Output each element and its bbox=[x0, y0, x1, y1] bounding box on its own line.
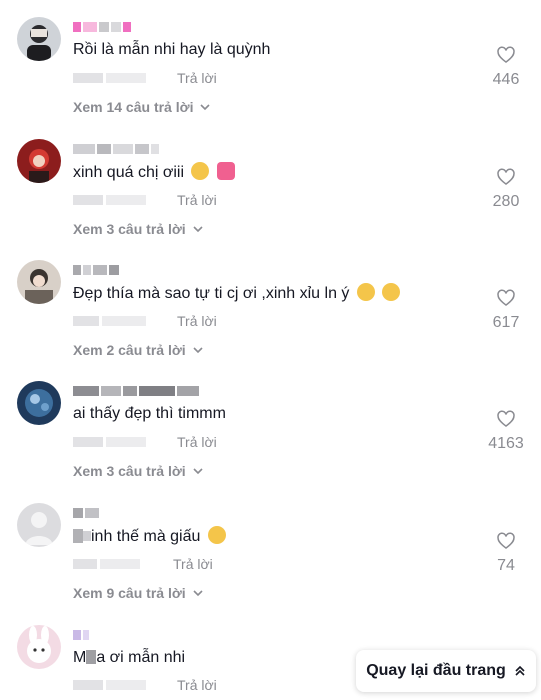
pixelated-text bbox=[73, 529, 83, 543]
username-pixelated[interactable] bbox=[73, 384, 199, 398]
reply-button[interactable]: Trả lời bbox=[177, 677, 217, 693]
reply-button[interactable]: Trả lời bbox=[173, 556, 213, 572]
comment-text: xinh quá chị ơiii bbox=[73, 162, 235, 183]
date-pixelated bbox=[73, 680, 165, 690]
comment-meta: Trả lời bbox=[73, 676, 217, 694]
comment-meta: Trả lời bbox=[73, 433, 217, 451]
avatar[interactable] bbox=[17, 503, 61, 547]
view-replies-button[interactable]: Xem 3 câu trả lời bbox=[73, 463, 204, 479]
sparkling-heart-emoji-icon bbox=[216, 162, 235, 180]
chevron-down-icon bbox=[193, 590, 203, 597]
pixelated-text bbox=[86, 650, 97, 664]
username-pixelated[interactable] bbox=[73, 506, 99, 520]
like-button[interactable]: 617 bbox=[476, 288, 536, 332]
comment-meta: Trả lời bbox=[73, 555, 213, 573]
comment-text: Ma ơi mẫn nhi bbox=[73, 649, 186, 666]
crying-face-emoji-icon bbox=[356, 283, 375, 301]
username-pixelated[interactable] bbox=[73, 20, 131, 34]
view-replies-button[interactable]: Xem 3 câu trả lời bbox=[73, 221, 204, 237]
like-button[interactable]: 4163 bbox=[476, 409, 536, 453]
heart-icon bbox=[497, 289, 515, 307]
like-count: 617 bbox=[492, 314, 520, 331]
like-count: 280 bbox=[492, 193, 520, 210]
heart-icon bbox=[497, 532, 515, 550]
like-count: 4163 bbox=[488, 435, 524, 452]
crying-face-emoji-icon bbox=[382, 283, 401, 301]
heart-icon bbox=[497, 410, 515, 428]
like-button[interactable]: 280 bbox=[476, 167, 536, 211]
username-pixelated[interactable] bbox=[73, 142, 159, 156]
username-pixelated[interactable] bbox=[73, 628, 89, 642]
date-pixelated bbox=[73, 316, 165, 326]
back-to-top-button[interactable]: Quay lại đầu trang bbox=[356, 650, 536, 692]
avatar[interactable] bbox=[17, 260, 61, 304]
double-chevron-up-icon bbox=[515, 665, 525, 676]
view-replies-button[interactable]: Xem 9 câu trả lời bbox=[73, 585, 204, 601]
comment-meta: Trả lời bbox=[73, 191, 217, 209]
date-pixelated bbox=[73, 437, 165, 447]
chevron-down-icon bbox=[193, 226, 203, 233]
comment-meta: Trả lời bbox=[73, 312, 217, 330]
chevron-down-icon bbox=[193, 347, 203, 354]
comment-text: ai thấy đẹp thì timmm bbox=[73, 405, 226, 422]
view-replies-button[interactable]: Xem 2 câu trả lời bbox=[73, 342, 204, 358]
reply-button[interactable]: Trả lời bbox=[177, 434, 217, 450]
crying-face-emoji-icon bbox=[207, 526, 226, 544]
view-replies-button[interactable]: Xem 14 câu trả lời bbox=[73, 99, 211, 115]
comment-text: Rồi là mẫn nhi hay là quỳnh bbox=[73, 41, 271, 58]
crying-face-emoji-icon bbox=[191, 162, 210, 180]
chevron-down-icon bbox=[193, 468, 203, 475]
reply-button[interactable]: Trả lời bbox=[177, 70, 217, 86]
like-count: 74 bbox=[497, 557, 515, 574]
like-button[interactable]: 74 bbox=[476, 531, 536, 575]
heart-icon bbox=[497, 168, 515, 186]
like-count: 446 bbox=[492, 71, 520, 88]
comment-text: Đẹp thía mà sao tự ti cj ơi ,xinh xỉu ln… bbox=[73, 283, 401, 304]
chevron-down-icon bbox=[200, 104, 211, 111]
pixelated-text bbox=[83, 531, 91, 541]
comment-meta: Trả lời bbox=[73, 69, 217, 87]
avatar[interactable] bbox=[17, 381, 61, 425]
avatar[interactable] bbox=[17, 139, 61, 183]
date-pixelated bbox=[73, 73, 165, 83]
comment-text: inh thế mà giấu bbox=[73, 526, 226, 547]
avatar[interactable] bbox=[17, 625, 61, 669]
heart-icon bbox=[497, 46, 515, 64]
date-pixelated bbox=[73, 559, 161, 569]
avatar[interactable] bbox=[17, 17, 61, 61]
reply-button[interactable]: Trả lời bbox=[177, 192, 217, 208]
reply-button[interactable]: Trả lời bbox=[177, 313, 217, 329]
date-pixelated bbox=[73, 195, 165, 205]
username-pixelated[interactable] bbox=[73, 263, 119, 277]
like-button[interactable]: 446 bbox=[476, 45, 536, 89]
